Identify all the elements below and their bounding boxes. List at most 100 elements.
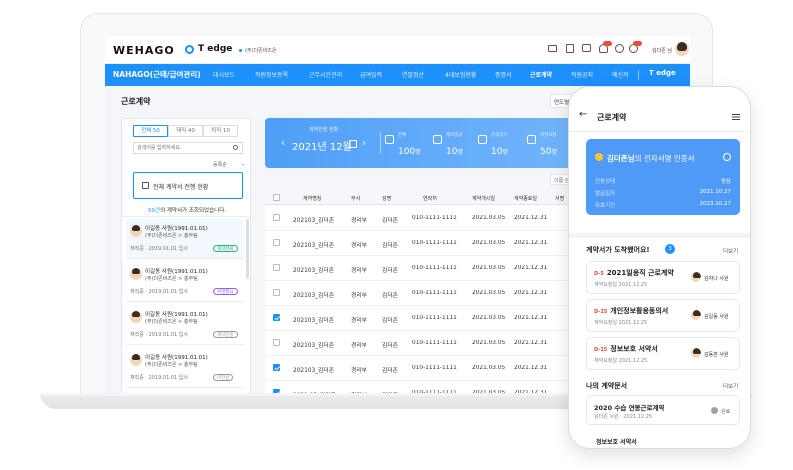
status-badge: 계약전송 [213, 331, 238, 338]
contract-card[interactable]: D-15 개인정보활용동의서 계약요청일 2021.12.25 김길동 사원 [586, 299, 740, 332]
company-name[interactable]: (주)더존비즈온 [245, 47, 277, 54]
table-cell: 2021.12.31 [514, 340, 548, 346]
nav-item-certificate[interactable]: 증명서 [495, 70, 512, 79]
video-icon[interactable] [548, 45, 557, 52]
table-cell: 202103_김더존 [293, 243, 335, 249]
contract-card[interactable]: D-15 정보보호 서약서 계약요청일 2021.12.25 김동훈 사원 [586, 337, 740, 370]
nav-item-insurance[interactable]: 4대보험현황 [445, 70, 476, 79]
table-cell: 2021.03.05 [472, 365, 506, 371]
scrollbar[interactable] [246, 219, 249, 279]
certificate-card[interactable]: 김더존님의 전자서명 인증서 인증상태 정상 발급일자 2021.10.27 유효기간 2… [586, 139, 740, 215]
nav-item-work-time[interactable]: 근무시간관리 [309, 70, 342, 79]
search-input[interactable] [133, 142, 243, 154]
row-checkbox[interactable] [273, 214, 280, 221]
chat-icon[interactable] [582, 44, 591, 52]
p-icon[interactable] [615, 44, 624, 53]
employee-card[interactable]: 이길동 사원(1991.01.01) (주)더존비즈온 > 총무팀 재직중 · 20… [126, 262, 244, 302]
nav-item-year-end[interactable]: 연말정산 [402, 70, 424, 79]
my-doc-status: 완료 [721, 409, 731, 415]
contract-card[interactable]: D-5 2021일용직 근로계약 계약요청일 2021.12.25 김하나 사원 [586, 261, 740, 294]
calendar-icon[interactable] [349, 140, 357, 148]
contract-status-box[interactable]: 전체 계약서 진행 현황 [133, 172, 243, 199]
section-gap [569, 233, 750, 238]
table-cell: 010-1111-1111 [412, 315, 457, 321]
status-box-label: 전체 계약서 진행 현황 [153, 184, 209, 191]
employee-name: 이길동 사원(1991.01.01) [145, 269, 208, 275]
prev-month-icon[interactable]: ‹ [281, 138, 285, 149]
row-checkbox[interactable] [273, 239, 280, 246]
phone-frame: ← 근로계약 김더존님의 전자서명 인증서 인증상태 정상 발급일자 2021.10.… [568, 86, 751, 449]
search-icon[interactable] [233, 145, 238, 150]
stat-value: 50명 [540, 147, 557, 157]
back-arrow-icon[interactable]: ← [579, 109, 587, 120]
tab-retired[interactable]: 퇴직 10 [203, 125, 238, 137]
table-cell: 김더존 [382, 318, 398, 324]
user-avatar[interactable] [675, 42, 689, 56]
employee-card[interactable]: 이길동 사원(1991.01.01) (주)더존비즈온 > 총무팀 재직중 · 20… [126, 219, 244, 259]
cert-row-key: 인증상태 [595, 179, 616, 185]
row-checkbox[interactable] [273, 339, 280, 346]
stat-label: 계약임금 [446, 133, 463, 138]
contract-title: D-15 개인정보활용동의서 [594, 307, 669, 315]
table-cell: 2021.03.05 [472, 215, 506, 221]
employee-name: 이길동 사원(1991.01.01) [145, 312, 208, 318]
employee-avatar [130, 225, 142, 237]
row-checkbox[interactable] [273, 314, 280, 321]
employee-org: (주)더존비즈온 > 총무팀 [145, 233, 198, 239]
tab-all[interactable]: 전체 50 [133, 125, 168, 137]
nav-t-edge-logo[interactable]: T edge [649, 69, 676, 77]
table-cell: 010-1111-1111 [412, 215, 457, 221]
dday-badge: D-15 [594, 347, 608, 353]
employee-card[interactable]: 이길동 사원(1991.01.01) (주)더존비즈온 > 총무팀 재직중 · 20… [126, 348, 244, 388]
app-title[interactable]: NAHAGO(근태/급여관리) [113, 69, 201, 80]
employee-name: 이길동 사원(1991.01.01) [145, 355, 208, 361]
nav-item-messenger[interactable]: 메신저 [612, 70, 629, 79]
row-checkbox[interactable] [273, 289, 280, 296]
contract-doc-icon [142, 182, 149, 189]
contract-title: D-15 정보보호 서약서 [594, 345, 658, 353]
table-cell: 2021.12.31 [514, 265, 548, 271]
nav-item-employee-info[interactable]: 직원정보등록 [255, 70, 288, 79]
employee-meta: 재직중 · 2019.01.01 입사 [130, 246, 188, 252]
banner-label: 계약진행 현황 [309, 127, 339, 133]
tab-employed[interactable]: 재직 40 [168, 125, 203, 137]
table-cell: 202103_김더존 [293, 268, 335, 274]
company-dot-icon [239, 49, 242, 52]
select-all-checkbox[interactable] [273, 194, 280, 201]
banner-period: 2021년 12월 [292, 142, 352, 153]
wehago-o-icon [185, 45, 194, 54]
nav-item-dashboard[interactable]: 대시보드 [213, 70, 235, 79]
nav-item-notice[interactable]: 직원공지 [571, 70, 593, 79]
table-cell: 2021.12.31 [514, 240, 548, 246]
employee-meta: 재직중 · 2019.01.01 입사 [130, 332, 188, 338]
arrived-count-badge: 3 [665, 244, 675, 254]
stat-label: 전송대기 [491, 133, 508, 138]
next-month-icon[interactable]: › [362, 138, 366, 149]
more-link[interactable]: 더보기 [723, 247, 738, 255]
table-cell: 010-1111-1111 [412, 365, 457, 371]
row-checkbox[interactable] [273, 264, 280, 271]
table-cell: 010-1111-1111 [412, 265, 457, 271]
table-cell: 김더존 [382, 343, 398, 349]
wehago-logo[interactable]: WEHAGO [113, 44, 175, 57]
user-name[interactable]: 김더존 님 [652, 47, 672, 54]
row-checkbox[interactable] [273, 364, 280, 371]
my-docs-more-link[interactable]: 더보기 [723, 382, 738, 390]
cert-row-value: 정상 [720, 179, 731, 185]
contract-title: D-5 2021일용직 근로계약 [594, 269, 674, 277]
status-badge: 서명필요 [213, 288, 238, 295]
progress-banner: 계약진행 현황 ‹ 2021년 12월 › 전체 100명 계약임금 10명 전송대기 1… [265, 118, 590, 168]
my-doc-title: 2020 수습 연봉근로계약 [594, 404, 665, 412]
gear-icon[interactable] [723, 153, 731, 161]
table-cell: 2021.12.31 [514, 290, 548, 296]
sort-dropdown[interactable]: 등록순 [213, 161, 227, 168]
table-cell: 경리부 [351, 293, 367, 299]
nav-item-labor-contract[interactable]: 근로계약 [530, 70, 552, 79]
table-cell: 2021.12.31 [514, 365, 548, 371]
document-icon[interactable] [566, 44, 574, 53]
menu-icon[interactable] [732, 114, 740, 116]
employee-meta: 재직중 · 2019.01.01 입사 [130, 289, 188, 295]
employee-card[interactable]: 이길동 사원(1991.01.01) (주)더존비즈온 > 총무팀 재직중 · 20… [126, 305, 244, 345]
my-doc-card[interactable]: 2020 수습 연봉근로계약 김더존 사원 · 2021.12.25 완료 [586, 395, 740, 425]
nav-item-salary[interactable]: 급여입력 [360, 70, 382, 79]
